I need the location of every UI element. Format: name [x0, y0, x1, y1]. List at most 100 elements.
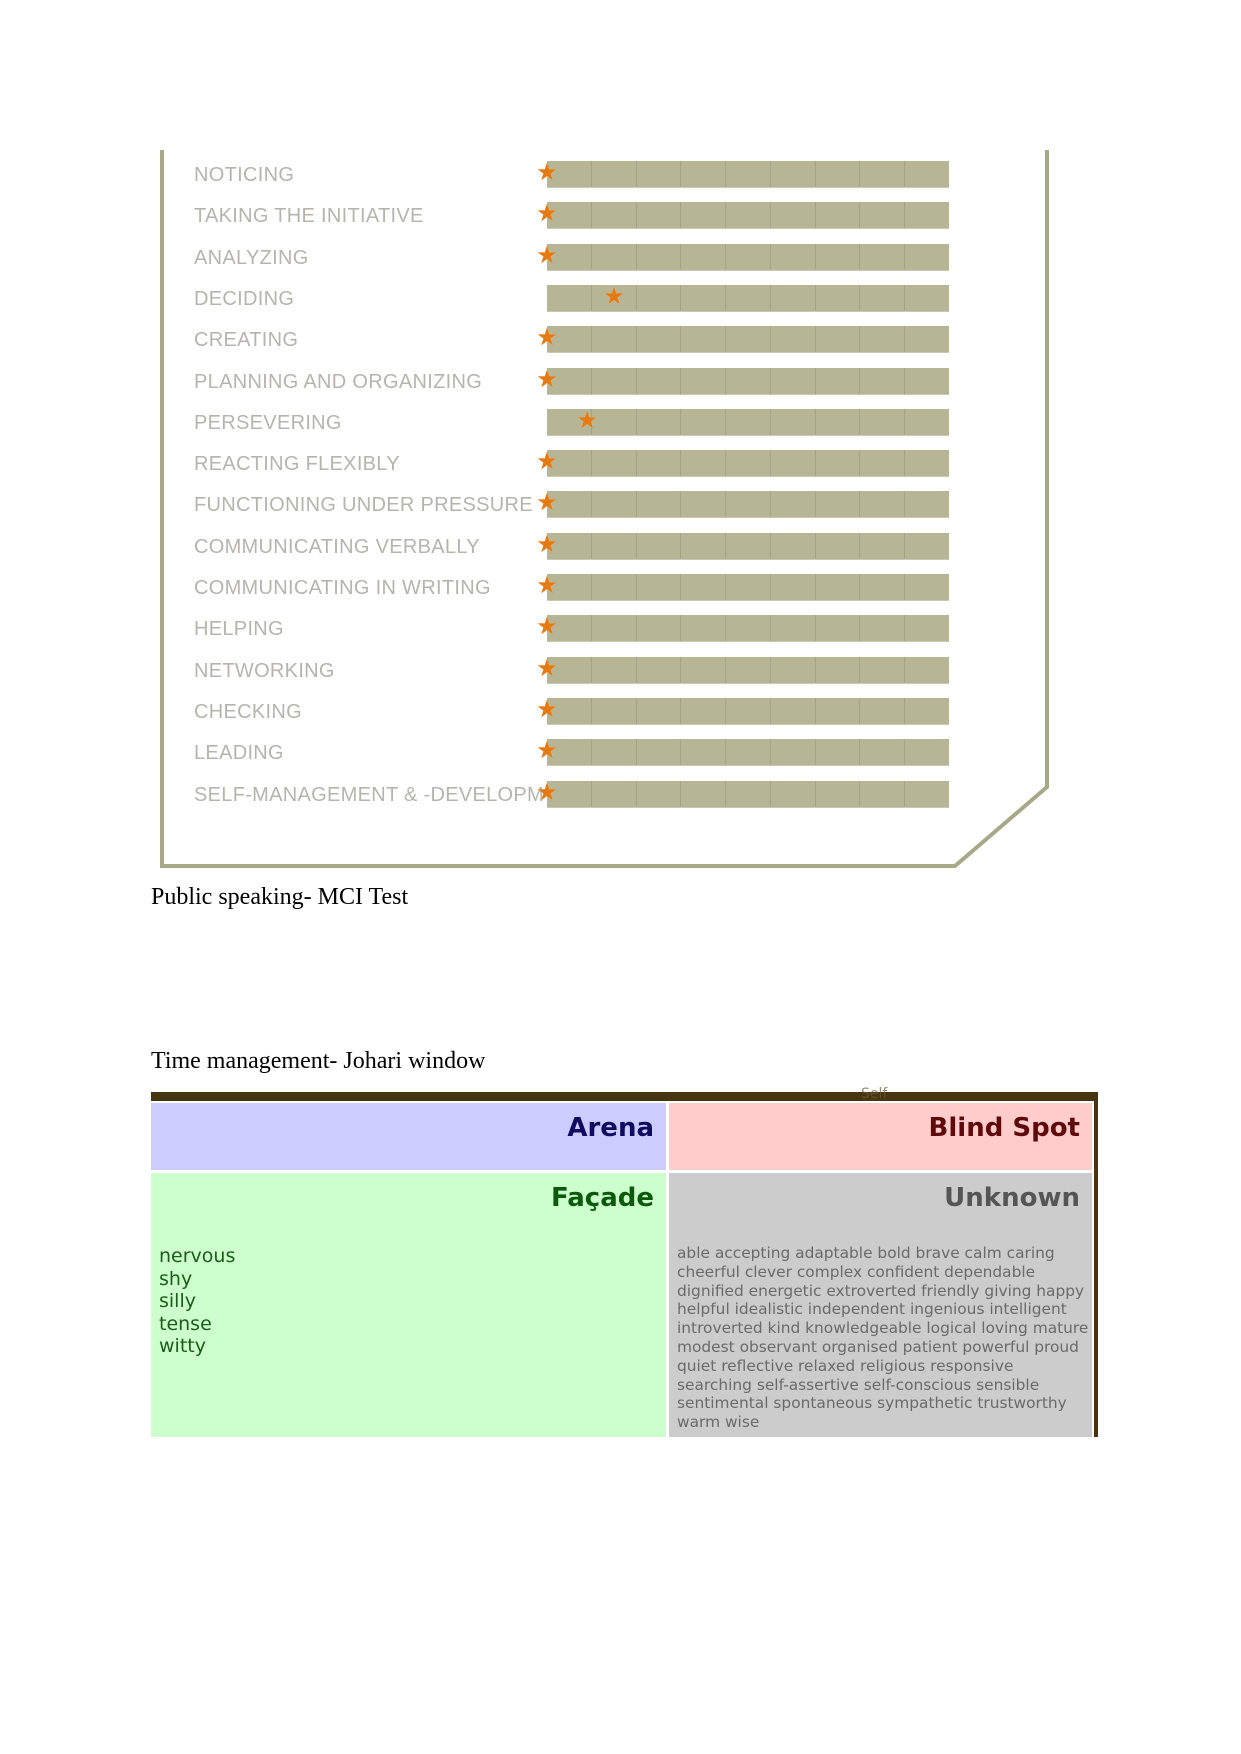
- johari-top-bar: Self: [151, 1086, 1098, 1102]
- mci-scale-segment: [637, 615, 682, 642]
- mci-scale-segment: [905, 244, 949, 270]
- star-icon: ★: [536, 364, 558, 393]
- mci-scale-segment: [816, 532, 861, 559]
- mci-scale-bar: [547, 243, 949, 270]
- mci-row: PLANNING AND ORGANIZING ★: [194, 364, 974, 396]
- mci-row-label: COMMUNICATING VERBALLY: [194, 535, 480, 558]
- star-icon: ★: [536, 158, 558, 186]
- mci-scale-bar: [547, 739, 949, 766]
- mci-row-label: SELF-MANAGEMENT & -DEVELOPM: [194, 783, 545, 806]
- mci-scale-segment: [771, 161, 816, 187]
- mci-row: SELF-MANAGEMENT & -DEVELOPM ★: [194, 779, 974, 809]
- unknown-title: Unknown: [944, 1183, 1080, 1213]
- mci-scale-segment: [681, 202, 727, 229]
- mci-scale-segment: [771, 491, 816, 518]
- mci-scale-segment: [726, 367, 771, 394]
- mci-scale-segment: [726, 780, 771, 807]
- mci-scale-segment: [905, 657, 949, 683]
- mci-scale-segment: [681, 780, 727, 807]
- mci-scale-bar: [547, 491, 949, 518]
- mci-scale-segment: [771, 367, 816, 394]
- mci-scale-segment: [592, 656, 637, 683]
- mci-scale-segment: [592, 367, 637, 394]
- mci-scale-segment: [816, 326, 861, 353]
- facade-word-list: nervous shy silly tense witty: [159, 1245, 235, 1358]
- mci-row: NOTICING ★: [194, 158, 974, 189]
- mci-scale-segment: [681, 532, 727, 559]
- mci-scale-segment: [860, 615, 906, 642]
- mci-scale-segment: [726, 408, 771, 435]
- mci-scale-bar: [547, 367, 949, 394]
- mci-scale-segment: [816, 739, 861, 766]
- mci-scale-segment: [860, 450, 906, 477]
- blind-spot-title: Blind Spot: [928, 1113, 1080, 1143]
- johari-window: Self Arena Blind Spot Façade nervous shy s…: [151, 1086, 1098, 1437]
- mci-scale-segment: [860, 243, 906, 270]
- mci-scale-bar: [547, 161, 949, 187]
- mci-scale-segment: [592, 615, 637, 642]
- mci-scale-segment: [726, 532, 771, 559]
- mci-scale-segment: [905, 739, 949, 765]
- mci-scale-segment: [905, 450, 949, 476]
- mci-scale-segment: [637, 408, 682, 435]
- unknown-word-list: able accepting adaptable bold brave calm…: [677, 1244, 1089, 1432]
- mci-scale-segment: [592, 161, 637, 187]
- mci-scale-segment: [905, 326, 949, 352]
- mci-row: REACTING FLEXIBLY ★: [194, 448, 974, 478]
- star-icon: ★: [536, 653, 558, 682]
- mci-scale-segment: [860, 326, 906, 353]
- mci-scale-segment: [681, 574, 727, 600]
- mci-scale-segment: [905, 533, 949, 559]
- mci-row: NETWORKING ★: [194, 653, 974, 685]
- mci-row-label: ANALYZING: [194, 246, 309, 269]
- mci-scale-segment: [637, 697, 682, 724]
- mci-scale-segment: [681, 491, 727, 518]
- mci-scale-segment: [547, 284, 592, 311]
- mci-scale-bar: [547, 450, 949, 477]
- mci-scale-segment: [860, 408, 906, 435]
- mci-scale-segment: [726, 615, 771, 642]
- mci-scale-segment: [905, 781, 949, 807]
- mci-scale-segment: [592, 408, 637, 435]
- mci-scale-segment: [816, 697, 861, 724]
- star-icon: ★: [536, 240, 558, 269]
- mci-scale-segment: [637, 284, 682, 311]
- facade-word: witty: [159, 1335, 206, 1357]
- mci-row-label: PLANNING AND ORGANIZING: [194, 370, 483, 393]
- mci-scale-segment: [816, 161, 861, 187]
- facade-title: Façade: [551, 1183, 654, 1213]
- facade-word: tense: [159, 1312, 212, 1335]
- mci-scale-segment: [816, 202, 861, 229]
- mci-scale-segment: [905, 368, 949, 394]
- star-icon: ★: [536, 736, 558, 765]
- mci-scale-segment: [905, 285, 949, 311]
- mci-scale-segment: [816, 615, 861, 642]
- mci-scale-segment: [905, 574, 949, 600]
- mci-scale-segment: [860, 202, 906, 229]
- johari-blind-spot-quadrant: Blind Spot: [669, 1103, 1092, 1170]
- mci-scale-segment: [726, 574, 771, 600]
- mci-scale-segment: [860, 574, 906, 600]
- mci-scale-segment: [681, 326, 727, 353]
- mci-row-label: HELPING: [194, 618, 284, 641]
- mci-scale-bar: [547, 615, 949, 642]
- mci-scale-bar: [547, 780, 949, 807]
- mci-scale-segment: [726, 697, 771, 724]
- mci-scale-segment: [860, 697, 906, 724]
- mci-row-label: REACTING FLEXIBLY: [194, 453, 400, 476]
- mci-scale-segment: [726, 326, 771, 353]
- mci-scale-segment: [816, 780, 861, 807]
- facade-word: silly: [159, 1290, 196, 1312]
- mci-scale-segment: [637, 367, 682, 394]
- mci-scale-segment: [681, 697, 727, 724]
- mci-scale-bar: [547, 202, 949, 229]
- johari-right-border: [1094, 1092, 1098, 1437]
- mci-scale-segment: [860, 780, 906, 807]
- mci-scale-segment: [771, 408, 816, 435]
- mci-row-label: NETWORKING: [194, 659, 335, 682]
- mci-row: COMMUNICATING IN WRITING ★: [194, 571, 974, 602]
- star-icon: ★: [536, 571, 558, 599]
- mci-scale-segment: [637, 202, 682, 229]
- mci-scale-segment: [592, 326, 637, 353]
- mci-scale-segment: [860, 284, 906, 311]
